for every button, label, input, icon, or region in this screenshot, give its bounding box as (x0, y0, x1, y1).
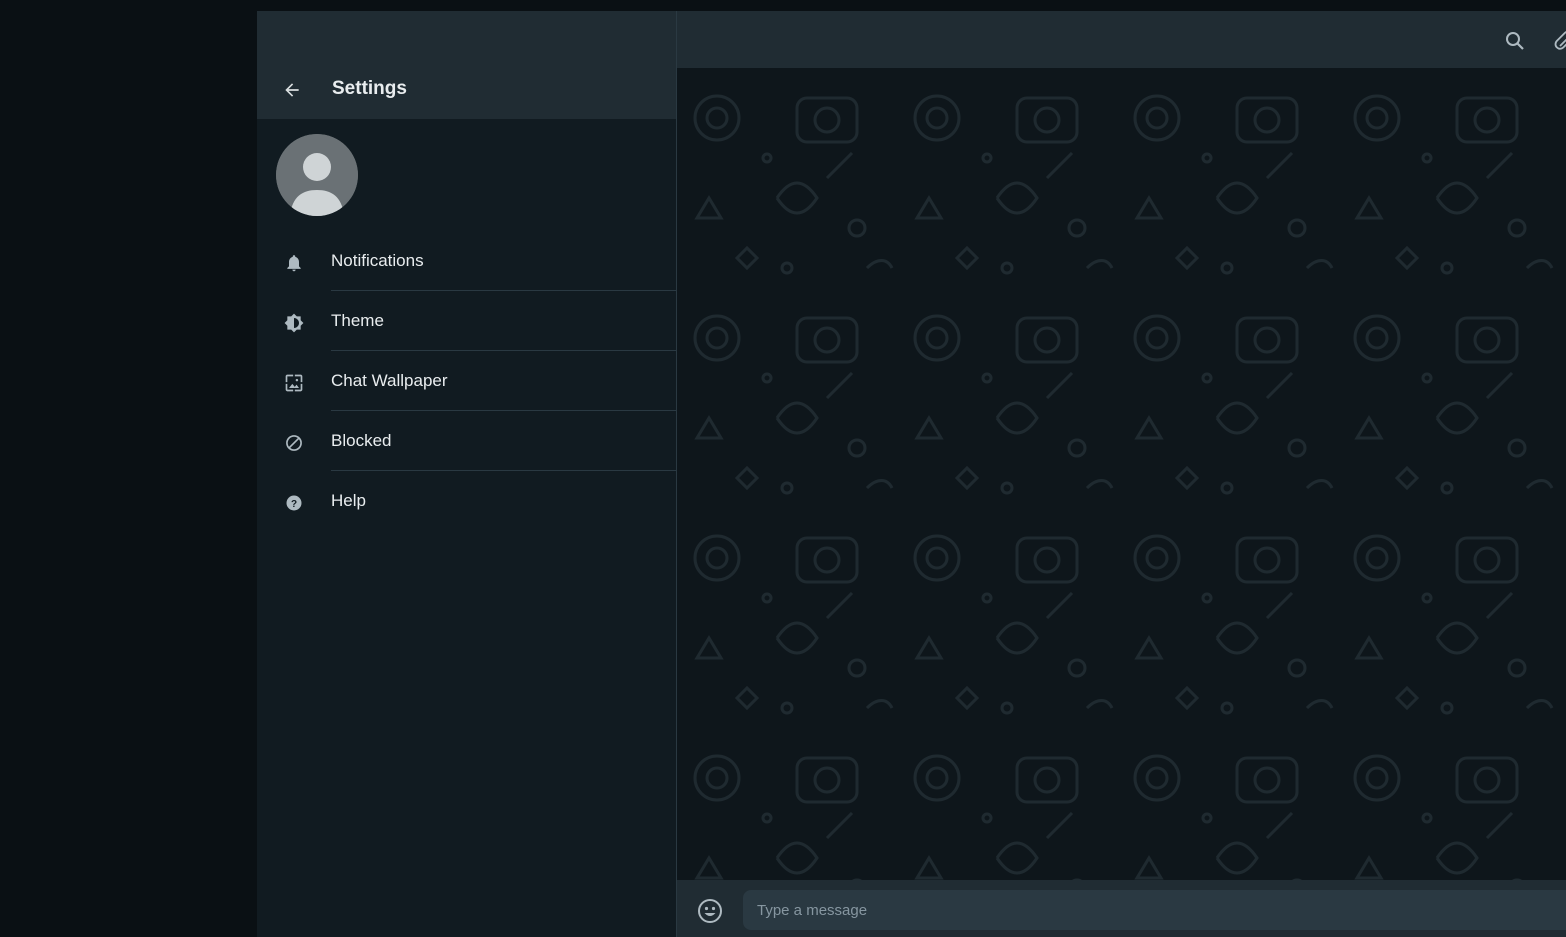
settings-menu: Notifications Theme Chat Wallpaper Block… (257, 231, 676, 531)
settings-panel: Settings Notifications Theme Chat Wallpa… (257, 11, 677, 937)
profile-avatar[interactable] (276, 134, 358, 216)
message-input[interactable] (743, 890, 1566, 930)
doodle-wallpaper-pattern (677, 68, 1566, 880)
back-button[interactable] (279, 77, 305, 103)
chat-pane (677, 11, 1566, 937)
emoji-icon (698, 899, 722, 923)
chat-header (677, 11, 1566, 68)
bell-icon (287, 255, 301, 272)
app-window: Settings Notifications Theme Chat Wallpa… (257, 11, 1566, 937)
menu-item-blocked[interactable]: Blocked (257, 411, 676, 471)
window-top-strip (0, 0, 1566, 11)
menu-label-help: Help (331, 491, 366, 510)
help-icon: ? (286, 495, 302, 511)
menu-item-theme[interactable]: Theme (257, 291, 676, 351)
menu-label-blocked: Blocked (331, 431, 392, 450)
settings-header: Settings (257, 11, 676, 119)
menu-label-theme: Theme (331, 311, 384, 330)
wallpaper-icon (285, 374, 303, 392)
paperclip-icon (1554, 31, 1566, 50)
arrow-left-icon (285, 83, 299, 97)
emoji-button[interactable] (696, 897, 724, 925)
menu-label-notifications: Notifications (331, 251, 424, 270)
chat-wallpaper (677, 68, 1566, 880)
message-composer (677, 880, 1566, 937)
svg-text:?: ? (291, 499, 297, 510)
chat-search-button[interactable] (1503, 29, 1527, 53)
settings-title: Settings (332, 78, 407, 99)
attach-button[interactable] (1552, 29, 1566, 53)
default-user-avatar (276, 134, 358, 216)
theme-brightness-icon (284, 313, 304, 333)
menu-item-chat-wallpaper[interactable]: Chat Wallpaper (257, 351, 676, 411)
menu-item-help[interactable]: ? Help (257, 471, 676, 531)
search-icon (1506, 32, 1524, 50)
menu-label-chat-wallpaper: Chat Wallpaper (331, 371, 448, 390)
menu-item-notifications[interactable]: Notifications (257, 231, 676, 291)
blocked-icon (286, 435, 302, 451)
